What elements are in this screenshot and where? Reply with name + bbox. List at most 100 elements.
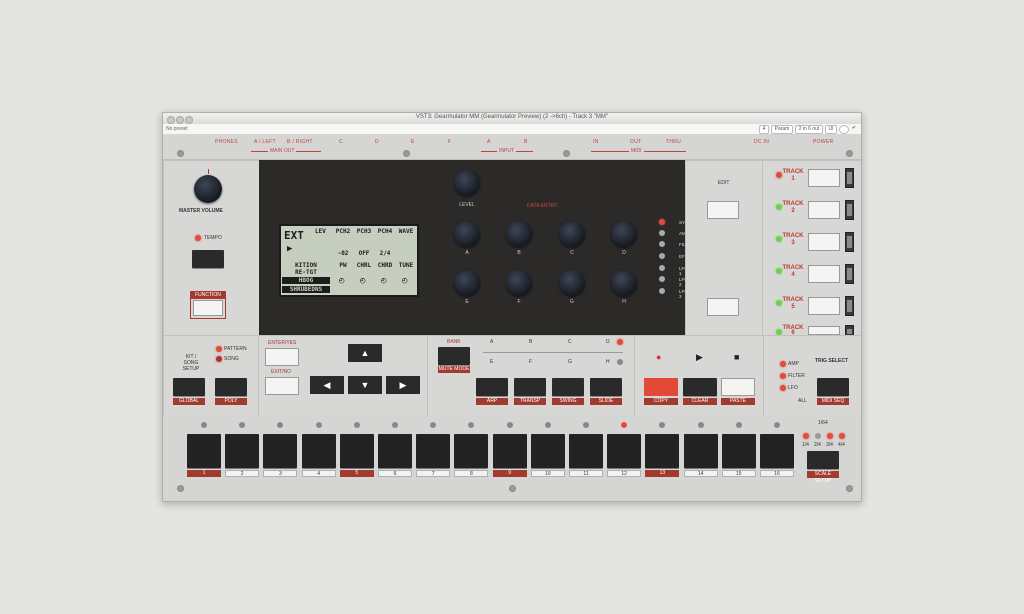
track-5-button[interactable] — [808, 297, 840, 315]
knob-f[interactable] — [506, 270, 532, 296]
knob-a[interactable] — [454, 221, 480, 247]
level-knob[interactable] — [454, 170, 480, 196]
poly-label: POLY — [215, 398, 247, 405]
track-1-mute[interactable] — [845, 168, 854, 188]
preset-name[interactable]: No preset — [166, 126, 188, 132]
step-button-5[interactable] — [339, 434, 374, 468]
scale-setup-button[interactable] — [807, 451, 839, 469]
knob-c[interactable] — [559, 221, 585, 247]
settings-icon[interactable] — [839, 125, 849, 134]
step-led — [315, 422, 322, 428]
check-icon[interactable]: ✔ — [850, 125, 858, 132]
track-1-button[interactable] — [808, 169, 840, 187]
bank-f: F — [529, 359, 533, 365]
io-f: F — [448, 139, 452, 145]
poly-button[interactable] — [215, 378, 247, 396]
step-button-4[interactable] — [301, 434, 336, 468]
clear-button[interactable] — [683, 378, 717, 396]
function-frame: FUNCTION — [190, 291, 226, 319]
track-4-mute[interactable] — [845, 264, 854, 284]
step-button-6[interactable] — [378, 434, 412, 468]
step-button-3[interactable] — [263, 434, 298, 468]
midi-seq-label: MIDI SEQ — [817, 398, 849, 405]
ui-button[interactable]: UI — [825, 125, 837, 134]
enter-yes-button[interactable] — [265, 348, 299, 366]
arrow-right-button[interactable]: ▶ — [386, 376, 420, 394]
exit-no-button[interactable] — [265, 377, 299, 395]
knob-d[interactable] — [611, 221, 637, 247]
track-6-button[interactable] — [808, 326, 840, 335]
knob-h[interactable] — [611, 270, 637, 296]
midi-seq-button[interactable] — [817, 378, 849, 396]
lcd-q1: PW — [339, 262, 347, 269]
edit-label: EDIT — [718, 180, 730, 186]
step-number: 4 — [301, 470, 336, 477]
stop-icon[interactable]: ■ — [734, 352, 739, 362]
copy-button[interactable] — [644, 378, 678, 396]
master-volume-knob[interactable] — [194, 175, 222, 203]
track-2-mute[interactable] — [845, 200, 854, 220]
tempo-button[interactable] — [192, 250, 224, 268]
lcd-v3: 2/4 — [379, 250, 391, 257]
pattern-label: PATTERN — [224, 346, 247, 352]
step-button-8[interactable] — [454, 434, 489, 468]
swing-button[interactable] — [552, 378, 584, 396]
step-number: 2 — [225, 470, 260, 477]
screw — [177, 150, 184, 157]
function-button[interactable] — [193, 300, 223, 316]
plugin-window: VST3: Gearmulator MM (Gearmulator Previe… — [162, 112, 862, 502]
step-button-16[interactable] — [760, 434, 794, 468]
lcd-v2: OFF — [358, 250, 370, 257]
track-2-button[interactable] — [808, 201, 840, 219]
step-button-1[interactable] — [187, 434, 221, 468]
track-1-label: TRACK 1 — [782, 169, 804, 182]
arrow-left-button[interactable]: ◀ — [310, 376, 344, 394]
io-phones: PHONES — [215, 139, 238, 145]
track-4-button[interactable] — [808, 265, 840, 283]
knob-e[interactable] — [454, 270, 480, 296]
master-volume-label: MASTER VOLUME — [179, 208, 223, 214]
bank-d: D — [606, 339, 610, 345]
knob-b[interactable] — [506, 221, 532, 247]
step-led — [774, 422, 780, 428]
scale-opt-1: 1/4 — [802, 442, 809, 448]
global-button[interactable] — [173, 378, 205, 396]
record-icon[interactable]: ● — [656, 352, 661, 362]
step-button-7[interactable] — [416, 434, 451, 468]
step-button-12[interactable] — [607, 434, 642, 468]
scale-led-1 — [803, 433, 809, 439]
knob-g[interactable] — [559, 270, 585, 296]
step-button-9[interactable] — [492, 434, 527, 468]
lcd-ext: EXT — [284, 229, 304, 242]
track-5-mute[interactable] — [845, 296, 854, 316]
transp-button[interactable] — [514, 378, 546, 396]
step-button-2[interactable] — [225, 434, 260, 468]
amp-label: AMP — [788, 361, 799, 367]
lcd-dial-1: ◴ — [339, 276, 345, 286]
bank-panel: BANK MUTE MODE A B C D E F G H ARP TRANS… — [427, 335, 635, 417]
slide-button[interactable] — [590, 378, 622, 396]
step-number: 8 — [454, 470, 489, 477]
play-icon[interactable]: ▶ — [696, 352, 703, 363]
filter-led — [780, 373, 786, 379]
step-button-11[interactable] — [569, 434, 603, 468]
arp-button[interactable] — [476, 378, 508, 396]
main-out-label: MAIN OUT — [268, 148, 297, 154]
step-button-13[interactable] — [645, 434, 680, 468]
preset-number[interactable]: 4 — [759, 125, 769, 134]
edit-button[interactable] — [707, 201, 739, 219]
step-button-10[interactable] — [530, 434, 565, 468]
io-config[interactable]: 2 in 6 out — [795, 125, 823, 134]
bank-button[interactable] — [438, 347, 470, 365]
step-button-14[interactable] — [683, 434, 718, 468]
paste-button[interactable] — [721, 378, 755, 396]
step-number: 5 — [339, 470, 374, 477]
step-button-15[interactable] — [721, 434, 756, 468]
arrow-down-button[interactable]: ▼ — [348, 376, 382, 394]
step-number: 1 — [187, 470, 221, 477]
param-button[interactable]: Param — [771, 125, 793, 134]
track-3-button[interactable] — [808, 233, 840, 251]
track-3-mute[interactable] — [845, 232, 854, 252]
edit-lower-button[interactable] — [707, 298, 739, 316]
arrow-up-button[interactable]: ▲ — [348, 344, 382, 362]
